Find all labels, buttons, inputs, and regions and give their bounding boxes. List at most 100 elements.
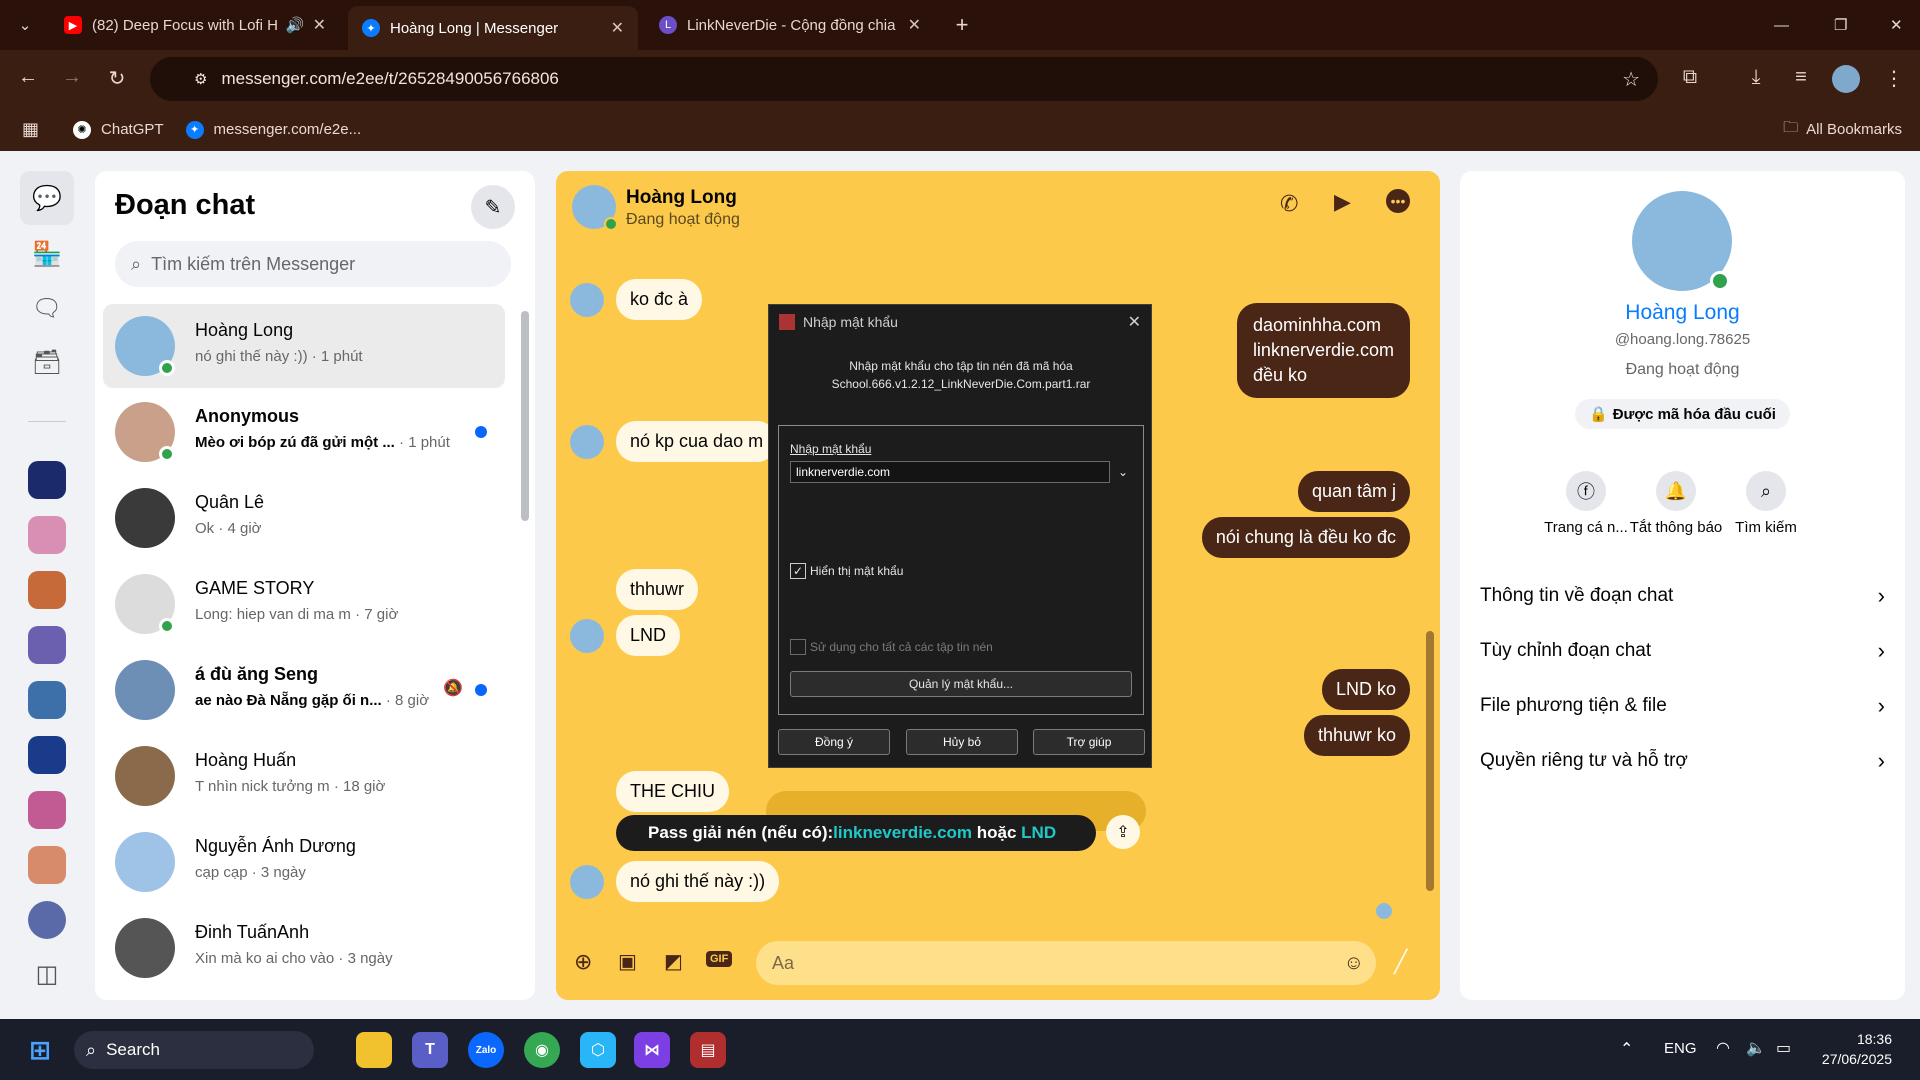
share-icon[interactable]: ⇪ xyxy=(1106,815,1140,849)
message-bubble[interactable]: thhuwr ko xyxy=(1303,715,1410,756)
message-bubble[interactable]: LND xyxy=(616,615,681,656)
video-call-icon[interactable]: ▶ xyxy=(1334,189,1351,215)
more-info-icon[interactable]: ••• xyxy=(1386,189,1410,213)
search-input[interactable]: ⌕ Tìm kiếm trên Messenger xyxy=(115,241,511,287)
message-bubble[interactable]: nó kp cua dao m xyxy=(616,421,778,462)
url-bar[interactable]: ⚙ messenger.com/e2ee/t/26528490056766806… xyxy=(150,57,1658,101)
list-scrollbar[interactable] xyxy=(521,311,529,521)
password-input[interactable]: linknerverdie.com xyxy=(790,461,1110,483)
new-tab-button[interactable]: + xyxy=(945,8,979,42)
message-bubble[interactable]: LND ko xyxy=(1321,669,1410,710)
image-banner[interactable]: Pass giải nén (nếu có): linkneverdie.com… xyxy=(616,815,1096,851)
message-bubble[interactable]: nói chung là đều ko đc xyxy=(1201,517,1410,558)
teams-icon[interactable]: T xyxy=(412,1032,448,1068)
taskbar-search[interactable]: ⌕ Search xyxy=(74,1031,314,1069)
bookmark-chatgpt[interactable]: ✺ ChatGPT xyxy=(73,120,164,139)
community-avatar[interactable] xyxy=(28,736,66,774)
message-bubble[interactable]: ko đc à xyxy=(616,279,703,320)
manage-passwords-button[interactable]: Quản lý mật khẩu... xyxy=(790,671,1132,697)
cancel-button[interactable]: Hủy bỏ xyxy=(906,729,1018,755)
close-tab-icon[interactable]: ✕ xyxy=(313,15,326,35)
requests-icon[interactable]: 🗨 xyxy=(20,281,74,335)
zalo-icon[interactable]: Zalo xyxy=(468,1032,504,1068)
encryption-badge[interactable]: 🔒 Được mã hóa đầu cuối xyxy=(1575,399,1790,429)
menu-kebab-icon[interactable]: ⋮ xyxy=(1880,66,1908,91)
marketplace-icon[interactable]: 🏪 xyxy=(20,227,74,281)
close-tab-icon[interactable]: ✕ xyxy=(611,18,624,38)
profile-avatar[interactable] xyxy=(1832,65,1860,93)
profile-name[interactable]: Hoàng Long xyxy=(1460,301,1905,325)
show-hidden-icons[interactable]: ⌃ xyxy=(1620,1039,1633,1059)
conversation-item[interactable]: Anonymous Mèo ơi bóp zú đã gửi một ... · … xyxy=(103,390,505,474)
all-bookmarks[interactable]: 🗀 All Bookmarks xyxy=(1783,117,1902,142)
show-password-checkbox[interactable]: ✓ Hiển thị mật khẩu xyxy=(790,563,903,579)
archive-icon[interactable]: 🗃 xyxy=(20,335,74,389)
close-tab-icon[interactable]: ✕ xyxy=(908,15,921,35)
like-icon[interactable]: ╱ xyxy=(1394,949,1407,975)
chats-icon[interactable]: 💬 xyxy=(20,171,74,225)
toggle-sidebar-icon[interactable]: ◫ xyxy=(20,952,74,996)
close-window-icon[interactable]: ✕ xyxy=(1876,8,1906,42)
menu-media[interactable]: File phương tiện & file › xyxy=(1480,683,1885,729)
message-bubble[interactable]: thhuwr xyxy=(616,569,699,610)
minimize-icon[interactable]: — xyxy=(1760,8,1790,42)
gif-icon[interactable]: GIF xyxy=(706,951,733,967)
maximize-icon[interactable]: ❐ xyxy=(1820,8,1850,42)
add-icon[interactable]: ⊕ xyxy=(574,949,592,975)
conversation-item[interactable]: Hoàng Long nó ghi thế này :)) · 1 phút xyxy=(103,304,505,388)
site-info-icon[interactable]: ⚙ xyxy=(194,70,207,88)
message-input[interactable]: Aa ☺ xyxy=(756,941,1376,985)
image-icon[interactable]: ▣ xyxy=(618,949,637,974)
chat-contact-name[interactable]: Hoàng Long xyxy=(626,187,737,209)
user-avatar[interactable] xyxy=(28,901,66,939)
tab-messenger[interactable]: ✦ Hoàng Long | Messenger ✕ xyxy=(348,6,638,50)
community-avatar[interactable] xyxy=(28,461,66,499)
message-bubble[interactable]: quan tâm j xyxy=(1297,471,1410,512)
conversation-item[interactable]: GAME STORY Long: hiep van di ma m · 7 giờ xyxy=(103,562,505,646)
search-action[interactable]: ⌕ Tìm kiếm xyxy=(1718,471,1814,536)
menu-customize[interactable]: Tùy chỉnh đoạn chat › xyxy=(1480,628,1885,674)
new-message-icon[interactable]: ✎ xyxy=(471,185,515,229)
wifi-icon[interactable]: ◠ xyxy=(1716,1038,1730,1058)
reload-icon[interactable]: ↻ xyxy=(103,66,131,91)
bookmark-messenger[interactable]: ✦ messenger.com/e2e... xyxy=(185,120,361,139)
tab-linkneverdie[interactable]: L LinkNeverDie - Cộng đồng chia ✕ xyxy=(645,8,935,42)
menu-chat-info[interactable]: Thông tin về đoạn chat › xyxy=(1480,573,1885,619)
community-avatar[interactable] xyxy=(28,791,66,829)
mute-action[interactable]: 🔔 Tắt thông báo xyxy=(1628,471,1724,536)
menu-privacy[interactable]: Quyền riêng tư và hỗ trợ › xyxy=(1480,738,1885,784)
chrome-icon[interactable]: ◉ xyxy=(524,1032,560,1068)
community-avatar[interactable] xyxy=(28,516,66,554)
winrar-icon[interactable]: ▤ xyxy=(690,1032,726,1068)
dropdown-chevron-icon[interactable]: ⌄ xyxy=(1113,461,1133,483)
message-bubble[interactable]: THE CHIU xyxy=(616,771,729,812)
bookmark-star-icon[interactable]: ☆ xyxy=(1622,67,1640,92)
tab-list-button[interactable]: ⌄ xyxy=(10,8,40,42)
battery-icon[interactable]: ▭ xyxy=(1776,1038,1791,1058)
close-icon[interactable]: ✕ xyxy=(1128,312,1141,332)
forward-icon[interactable]: → xyxy=(58,66,86,89)
visual-studio-icon[interactable]: ⋈ xyxy=(634,1032,670,1068)
conversation-item[interactable]: Hoàng Huấn T nhìn nick tưởng m · 18 giờ xyxy=(103,734,505,818)
volume-icon[interactable]: 🔈 xyxy=(1746,1038,1766,1058)
tab-youtube[interactable]: ▶ (82) Deep Focus with Lofi H 🔊 ✕ xyxy=(50,8,340,42)
start-icon[interactable]: ⊞ xyxy=(22,1032,58,1068)
community-avatar[interactable] xyxy=(28,626,66,664)
conversation-item[interactable]: á đù ăng Seng ae nào Đà Nẵng gặp ối n... … xyxy=(103,648,505,732)
app-icon[interactable]: ⬡ xyxy=(580,1032,616,1068)
community-avatar[interactable] xyxy=(28,846,66,884)
profile-action[interactable]: ⓕ Trang cá n... xyxy=(1538,471,1634,536)
use-for-all-checkbox[interactable]: Sử dụng cho tất cả các tập tin nén xyxy=(790,639,993,655)
language-indicator[interactable]: ENG xyxy=(1664,1040,1697,1057)
download-icon[interactable]: ⤓ xyxy=(1742,66,1770,89)
sticker-icon[interactable]: ◩ xyxy=(664,949,683,974)
conversation-item[interactable]: Đinh TuấnAnh Xin mà ko ai cho vào · 3 ngà… xyxy=(103,906,505,990)
clock[interactable]: 18:36 27/06/2025 xyxy=(1812,1029,1892,1069)
ok-button[interactable]: Đồng ý xyxy=(778,729,890,755)
conversation-item[interactable]: Nguyễn Ánh Dương cạp cạp · 3 ngày xyxy=(103,820,505,904)
message-bubble[interactable]: daominhha.com linknerverdie.com đều ko xyxy=(1236,303,1410,398)
chat-scrollbar[interactable] xyxy=(1426,631,1434,891)
help-button[interactable]: Trợ giúp xyxy=(1033,729,1145,755)
conversation-item[interactable]: Quân Lê Ok · 4 giờ xyxy=(103,476,505,560)
audio-call-icon[interactable]: ✆ xyxy=(1280,191,1298,217)
